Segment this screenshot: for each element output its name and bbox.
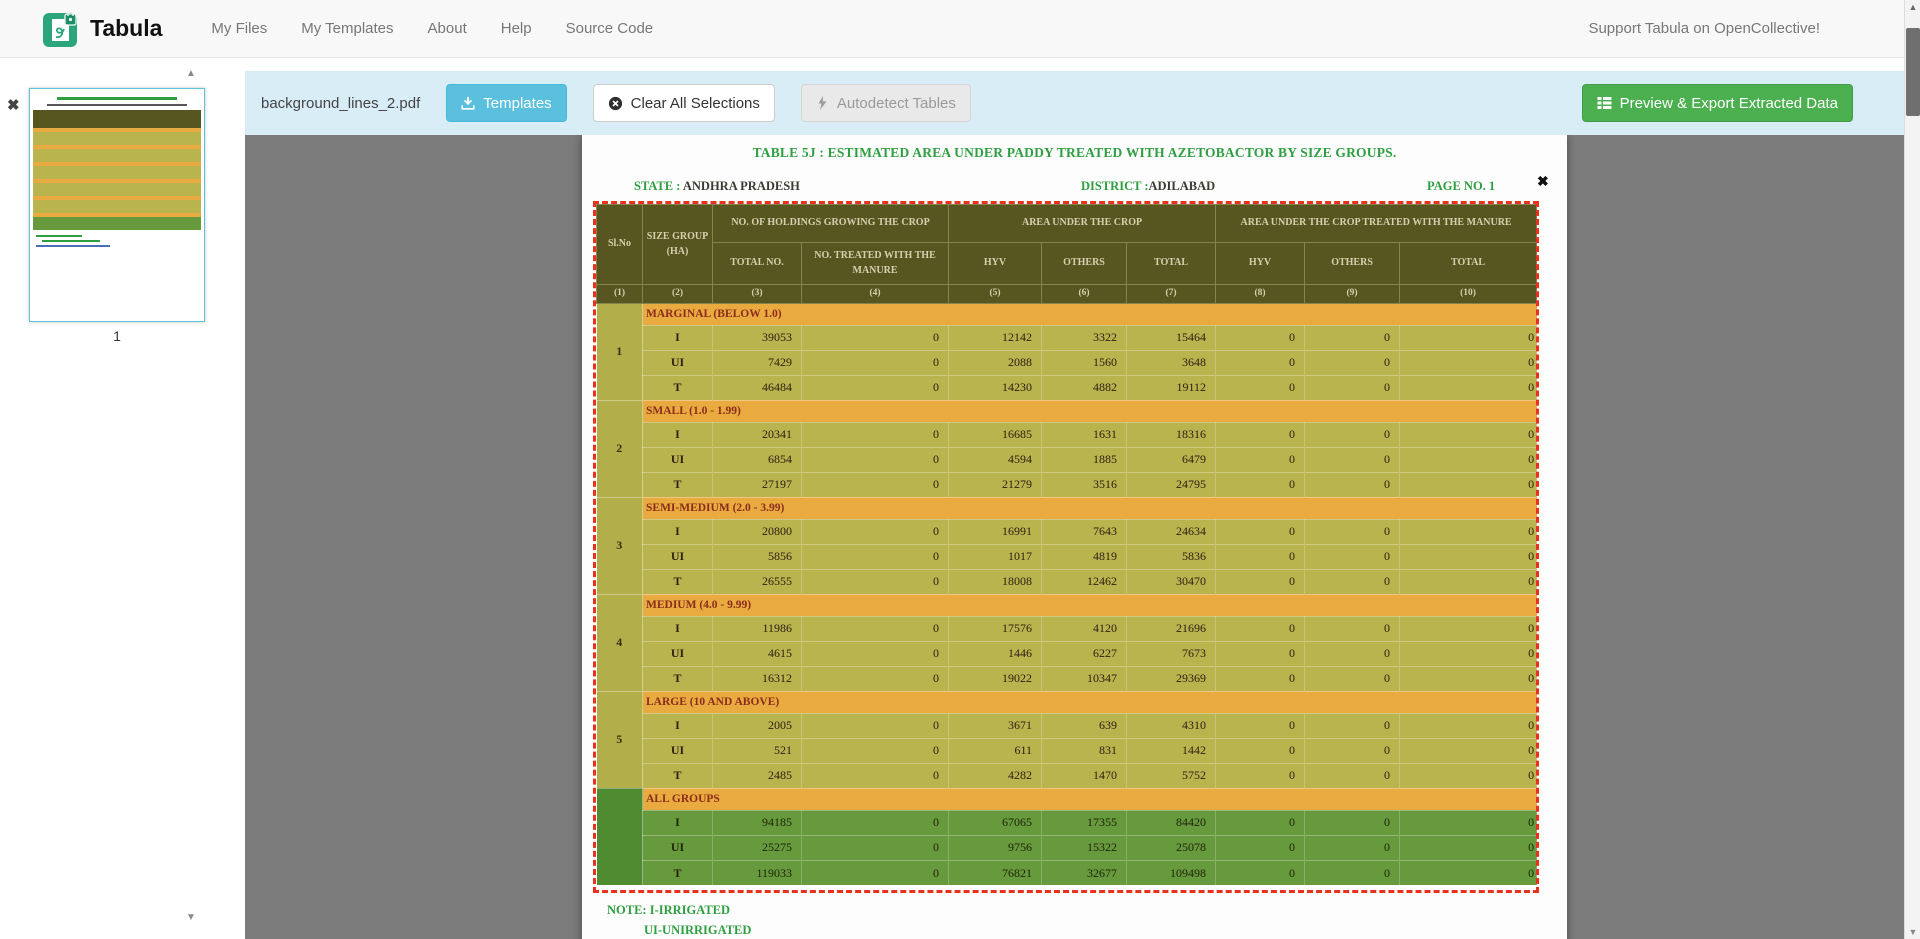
- state-value: ANDHRA PRADESH: [683, 179, 800, 193]
- pdf-viewer: TABLE 5J : ESTIMATED AREA UNDER PADDY TR…: [245, 135, 1904, 939]
- save-icon: [461, 96, 475, 110]
- tabula-logo-icon[interactable]: [42, 10, 80, 48]
- thumb-title-line: [57, 97, 177, 100]
- scrollbar-up-icon[interactable]: ▲: [1905, 2, 1920, 12]
- thumb-note-line: [36, 235, 82, 237]
- page-thumbnail[interactable]: [29, 88, 205, 322]
- filename-label: background_lines_2.pdf: [261, 95, 420, 112]
- pdf-note-line2: UI-UNIRRIGATED: [644, 923, 751, 938]
- table-list-icon: [1597, 96, 1612, 110]
- district-label: DISTRICT :: [1081, 179, 1149, 193]
- thumb-note-line: [36, 245, 110, 247]
- selection-close-icon[interactable]: ✖: [1537, 173, 1549, 190]
- sidebar: ✖ 1 ▲ ▼: [0, 58, 245, 939]
- autodetect-tables-label: Autodetect Tables: [837, 95, 956, 112]
- clear-selections-button[interactable]: Clear All Selections: [593, 84, 775, 122]
- sidebar-scroll-down-icon[interactable]: ▼: [181, 912, 201, 923]
- remove-page-icon[interactable]: ✖: [7, 96, 20, 114]
- main-area: background_lines_2.pdf Templates Clear A…: [245, 58, 1904, 939]
- page-number-label: 1: [29, 328, 205, 344]
- toolbar: background_lines_2.pdf Templates Clear A…: [245, 71, 1904, 135]
- scrollbar-down-icon[interactable]: ▼: [1905, 927, 1920, 937]
- preview-export-button[interactable]: Preview & Export Extracted Data: [1582, 84, 1853, 122]
- templates-button[interactable]: Templates: [446, 84, 566, 122]
- pdf-note-line1: NOTE: I-IRRIGATED: [607, 903, 730, 918]
- nav-item-my-templates[interactable]: My Templates: [286, 10, 408, 47]
- support-link[interactable]: Support Tabula on OpenCollective!: [1588, 20, 1820, 37]
- autodetect-tables-button[interactable]: Autodetect Tables: [801, 84, 971, 122]
- page-scrollbar[interactable]: ▲ ▼: [1904, 0, 1920, 939]
- selection-box[interactable]: [593, 201, 1539, 893]
- scrollbar-thumb[interactable]: [1906, 28, 1920, 116]
- sidebar-scroll-up-icon[interactable]: ▲: [181, 68, 201, 79]
- state-label: STATE :: [634, 179, 680, 193]
- remove-circle-icon: [608, 96, 623, 111]
- pdf-page[interactable]: TABLE 5J : ESTIMATED AREA UNDER PADDY TR…: [582, 135, 1567, 939]
- nav-item-help[interactable]: Help: [486, 10, 547, 47]
- navbar: Tabula My FilesMy TemplatesAboutHelpSour…: [0, 0, 1920, 58]
- thumb-table: [33, 110, 201, 230]
- nav-item-source-code[interactable]: Source Code: [551, 10, 669, 47]
- brand-title[interactable]: Tabula: [90, 15, 162, 42]
- nav-item-my-files[interactable]: My Files: [196, 10, 282, 47]
- district-value: ADILABAD: [1149, 179, 1216, 193]
- nav-item-about[interactable]: About: [413, 10, 482, 47]
- thumb-meta-line: [47, 104, 187, 106]
- templates-button-label: Templates: [483, 95, 551, 112]
- page-no-label: PAGE NO. 1: [1427, 179, 1495, 194]
- nav-items: My FilesMy TemplatesAboutHelpSource Code: [196, 10, 668, 47]
- district-field: DISTRICT :ADILABAD: [1081, 179, 1215, 194]
- flash-icon: [816, 96, 829, 110]
- pdf-table-title: TABLE 5J : ESTIMATED AREA UNDER PADDY TR…: [582, 145, 1567, 161]
- state-field: STATE : ANDHRA PRADESH: [634, 179, 800, 194]
- preview-export-label: Preview & Export Extracted Data: [1620, 95, 1838, 112]
- thumb-note-line: [42, 240, 100, 242]
- clear-selections-label: Clear All Selections: [631, 95, 760, 112]
